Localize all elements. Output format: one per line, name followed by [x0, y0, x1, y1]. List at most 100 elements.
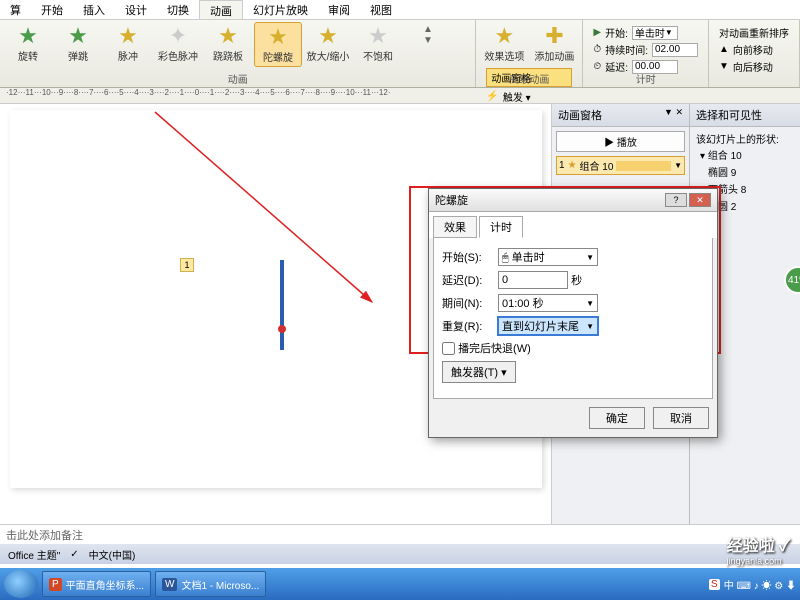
- shape-dot[interactable]: [278, 325, 286, 333]
- anim-colorpulse[interactable]: ✦彩色脉冲: [154, 22, 202, 67]
- language-status[interactable]: 中文(中国): [89, 547, 136, 562]
- status-bar: Office 主题" ✓ 中文(中国): [0, 544, 800, 564]
- group-label: 计时: [583, 71, 708, 86]
- system-tray[interactable]: S中 ⌨ ♪ ☀ ⚙ ⬇: [709, 577, 796, 592]
- star-plus-icon: ✚: [545, 24, 563, 48]
- spellcheck-icon[interactable]: ✓: [70, 549, 78, 560]
- star-icon: ★: [368, 24, 388, 48]
- rewind-label: 播完后快退(W): [458, 340, 531, 356]
- theme-status: Office 主题": [8, 547, 60, 562]
- tab-design[interactable]: 设计: [115, 0, 157, 19]
- taskbar-word[interactable]: W文档1 - Microso...: [155, 571, 266, 597]
- item-name: 组合 10: [580, 158, 614, 173]
- delay-label: 延迟(D):: [442, 272, 498, 288]
- star-icon: ★: [68, 24, 88, 48]
- timing-dialog: 陀螺旋 ? ✕ 效果 计时 开始(S):🖱 单击时▼ 延迟(D):0 秒 期间(…: [428, 188, 718, 438]
- anim-spin[interactable]: ★旋转: [4, 22, 52, 67]
- tab-file[interactable]: 算: [0, 0, 31, 19]
- clock-icon: ⏱: [593, 44, 601, 55]
- anim-bounce[interactable]: ★弹跳: [54, 22, 102, 67]
- shapes-header: 该幻灯片上的形状:: [696, 131, 794, 146]
- ribbon: ★旋转 ★弹跳 ★脉冲 ✦彩色脉冲 ★跷跷板 ★陀螺旋 ★放大/缩小 ★不饱和 …: [0, 20, 800, 88]
- anim-teeter[interactable]: ★跷跷板: [204, 22, 252, 67]
- taskbar-powerpoint[interactable]: P平面直角坐标系...: [42, 571, 151, 597]
- gallery-more[interactable]: ▲▼: [404, 22, 452, 67]
- star-icon: ★: [218, 24, 238, 48]
- anim-zoom[interactable]: ★放大/缩小: [304, 22, 352, 67]
- start-select[interactable]: 单击时▼: [632, 26, 678, 40]
- cancel-button[interactable]: 取消: [653, 407, 709, 429]
- anim-marker[interactable]: 1: [180, 258, 194, 272]
- reorder-label: 对动画重新排序: [719, 25, 789, 40]
- repeat-label: 重复(R):: [442, 318, 498, 334]
- ok-button[interactable]: 确定: [589, 407, 645, 429]
- dialog-title: 陀螺旋: [435, 192, 468, 208]
- move-forward[interactable]: ▲向前移动: [719, 42, 789, 57]
- start-select[interactable]: 🖱 单击时▼: [498, 248, 598, 266]
- delay-input[interactable]: 0: [498, 271, 568, 289]
- bolt-icon: ⚡: [486, 91, 498, 102]
- watermark: 经验啦 ✓ jingyanla.com: [727, 532, 790, 566]
- tab-effect[interactable]: 效果: [433, 216, 477, 238]
- unit-label: 秒: [571, 272, 582, 288]
- tab-animation[interactable]: 动画: [199, 0, 243, 19]
- timing-bar: [616, 161, 671, 171]
- repeat-select[interactable]: 直到幻灯片末尾▼: [498, 317, 598, 335]
- start-label: 开始:: [605, 25, 628, 40]
- anim-gyro[interactable]: ★陀螺旋: [254, 22, 302, 67]
- trigger-menu[interactable]: ⚡触发 ▾: [486, 89, 572, 104]
- tab-view[interactable]: 视图: [360, 0, 402, 19]
- add-animation[interactable]: ✚添加动画: [530, 22, 578, 65]
- trigger-button[interactable]: 触发器(T) ▾: [442, 361, 516, 383]
- pane-title: 选择和可见性: [696, 107, 762, 123]
- tab-timing[interactable]: 计时: [479, 216, 523, 238]
- star-icon: ★: [318, 24, 338, 48]
- tab-slideshow[interactable]: 幻灯片放映: [243, 0, 318, 19]
- horizontal-ruler: ·12···11···10···9····8····7····6····5···…: [0, 88, 800, 104]
- tab-insert[interactable]: 插入: [73, 0, 115, 19]
- star-icon: ★: [568, 160, 577, 171]
- animation-item[interactable]: 1 ★ 组合 10 ▼: [556, 156, 685, 175]
- play-button[interactable]: ▶ 播放: [556, 131, 685, 152]
- shape-item[interactable]: 椭圆 9: [696, 163, 794, 180]
- anim-desat[interactable]: ★不饱和: [354, 22, 402, 67]
- start-label: 开始(S):: [442, 249, 498, 265]
- duration-input[interactable]: 02.00: [652, 43, 698, 57]
- close-icon[interactable]: ✕: [675, 107, 683, 117]
- star-icon: ★: [18, 24, 38, 48]
- item-index: 1: [559, 160, 565, 171]
- ribbon-tabs: 算 开始 插入 设计 切换 动画 幻灯片放映 审阅 视图: [0, 0, 800, 20]
- shape-arrow[interactable]: [280, 260, 284, 350]
- start-button[interactable]: [4, 570, 38, 598]
- duration-select[interactable]: 01:00 秒▼: [498, 294, 598, 312]
- powerpoint-icon: P: [49, 578, 62, 591]
- down-icon: ▼: [719, 61, 729, 72]
- dropdown-icon[interactable]: ▼: [664, 107, 673, 117]
- ime-icon: S: [709, 579, 720, 590]
- star-icon: ★: [268, 25, 288, 49]
- notes-area[interactable]: 击此处添加备注: [0, 524, 800, 544]
- duration-label: 持续时间:: [605, 42, 648, 57]
- effect-options[interactable]: ★效果选项: [480, 22, 528, 65]
- play-icon: ▶: [593, 27, 601, 38]
- close-button[interactable]: ✕: [689, 193, 711, 207]
- taskbar: P平面直角坐标系... W文档1 - Microso... S中 ⌨ ♪ ☀ ⚙…: [0, 568, 800, 600]
- tab-transition[interactable]: 切换: [157, 0, 199, 19]
- tab-review[interactable]: 审阅: [318, 0, 360, 19]
- move-backward[interactable]: ▼向后移动: [719, 59, 789, 74]
- up-icon: ▲: [719, 44, 729, 55]
- rewind-checkbox[interactable]: [442, 342, 455, 355]
- group-label: 高级动画: [476, 71, 582, 86]
- anim-pulse[interactable]: ★脉冲: [104, 22, 152, 67]
- star-icon: ★: [118, 24, 138, 48]
- star-icon: ✦: [169, 24, 187, 48]
- chevron-down-icon: ▲▼: [423, 24, 433, 46]
- star-icon: ★: [495, 24, 515, 48]
- chevron-down-icon[interactable]: ▼: [674, 161, 682, 170]
- word-icon: W: [162, 578, 177, 591]
- duration-label: 期间(N):: [442, 295, 498, 311]
- group-label: 动画: [0, 71, 475, 86]
- shape-item[interactable]: ▾ 组合 10: [696, 146, 794, 163]
- tab-home[interactable]: 开始: [31, 0, 73, 19]
- help-button[interactable]: ?: [665, 193, 687, 207]
